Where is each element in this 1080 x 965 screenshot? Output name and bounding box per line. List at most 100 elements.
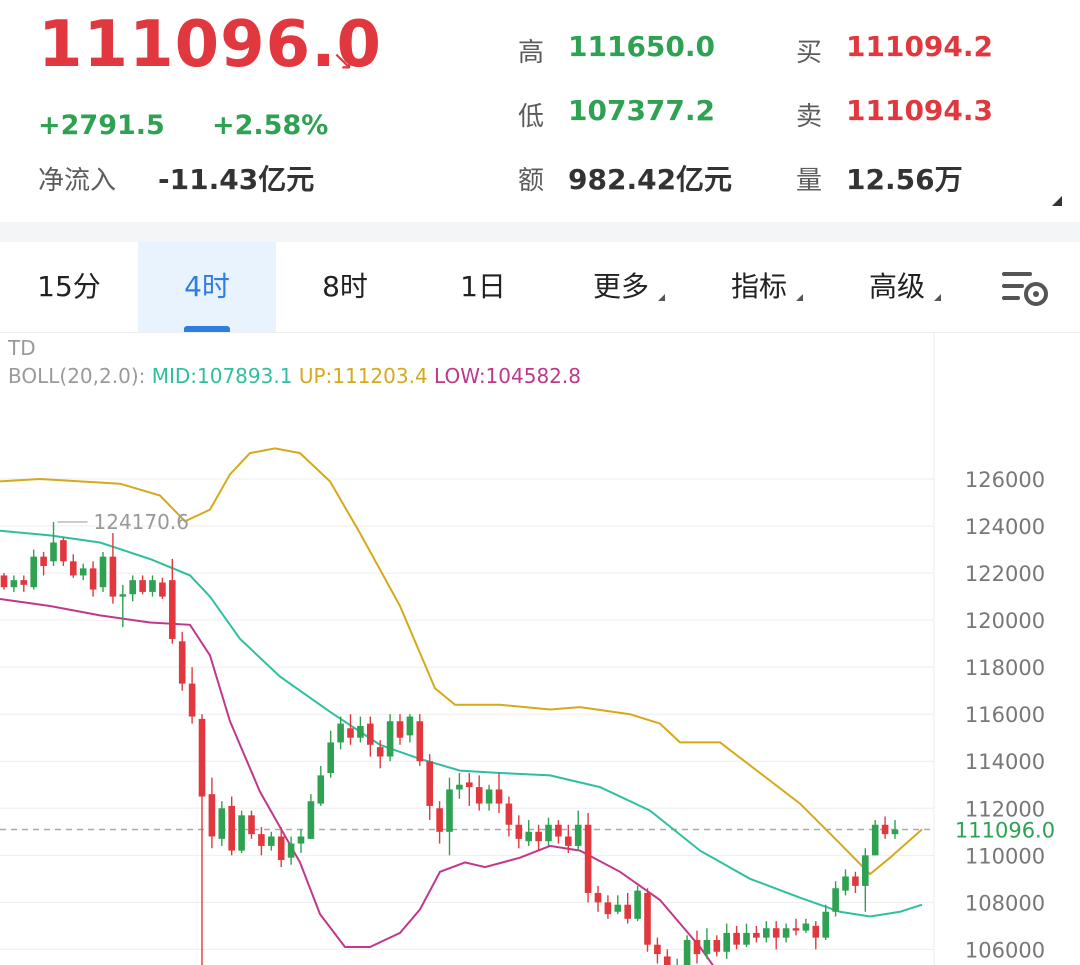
tab-advanced[interactable]: 高级 [828, 242, 966, 332]
candle-body [109, 556, 117, 597]
candle-body [20, 580, 28, 585]
last-price: 111096.0 [38, 8, 383, 82]
candle-body [287, 843, 295, 858]
candle-body [891, 829, 899, 835]
current-price-label: 111096.0 [955, 819, 1055, 843]
dropdown-triangle-icon [796, 294, 803, 301]
candle-body [99, 556, 107, 588]
candle-body [0, 575, 8, 588]
candle-body [178, 641, 186, 684]
candle-body [386, 721, 394, 757]
candle-body [624, 904, 631, 919]
axis-labels: 126000 124000 122000 120000 118000 116000 1140… [57, 468, 1055, 962]
period-tabs: 15分 4时 8时 1日 更多 指标 高级 [0, 242, 1080, 333]
price-change: +2791.5 [38, 110, 165, 141]
dropdown-triangle-icon [658, 294, 665, 301]
y-tick-label: 118000 [965, 656, 1045, 680]
candle-body [456, 784, 463, 790]
volume-value: 12.56万 [846, 163, 963, 196]
candle-body [327, 742, 334, 773]
quote-panel: 111096.0 ↘ +2791.5 +2.58% 净流入 -11.43亿元 高… [0, 0, 1080, 222]
candle-body [297, 836, 305, 844]
volume-label: 量 [796, 166, 823, 196]
lower-band-line [0, 598, 714, 965]
tab-1d[interactable]: 1日 [414, 242, 552, 332]
tab-label: 高级 [868, 270, 925, 303]
candle-body [436, 808, 443, 832]
candle-body [149, 580, 156, 592]
candle-body [555, 824, 562, 837]
y-tick-label: 114000 [965, 750, 1045, 774]
candle-body [743, 932, 750, 945]
candle-body [871, 824, 879, 856]
ask-value: 111094.3 [846, 94, 994, 127]
candle-body [644, 892, 651, 945]
amount-label: 额 [518, 166, 545, 196]
candle-body [733, 932, 740, 945]
low-value: 107377.2 [568, 94, 716, 127]
candlestick-chart[interactable]: 126000 124000 122000 120000 118000 116000 1140… [0, 332, 1080, 965]
high-label: 高 [518, 38, 545, 68]
candle-body [258, 834, 265, 846]
candle-body [505, 803, 513, 825]
candle-body [337, 723, 344, 743]
candle-body [129, 580, 136, 595]
candle-body [228, 805, 235, 851]
candle-body [525, 831, 532, 842]
tab-label: 8时 [322, 270, 368, 303]
section-divider [0, 222, 1080, 242]
candle-body [614, 904, 622, 912]
trend-arrow-icon: ↘ [332, 46, 354, 76]
candle-body [703, 939, 711, 955]
ask-label: 卖 [796, 102, 823, 132]
grid-lines [0, 478, 934, 950]
candle-body [70, 561, 77, 576]
candle-body [446, 789, 453, 832]
candle-body [772, 928, 780, 938]
tab-4h[interactable]: 4时 [138, 242, 276, 332]
y-tick-label: 126000 [965, 468, 1045, 492]
candle-body [376, 747, 384, 757]
candle-body [782, 928, 790, 938]
mid-band-line [0, 529, 923, 918]
price-change-percent: +2.58% [212, 110, 329, 141]
y-tick-label: 110000 [965, 844, 1045, 868]
candle-body [515, 824, 523, 839]
candle-body [208, 794, 216, 837]
tab-more[interactable]: 更多 [552, 242, 690, 332]
tab-label: 更多 [592, 270, 649, 303]
tab-8h[interactable]: 8时 [276, 242, 414, 332]
candle-body [535, 831, 542, 842]
candle-body [268, 836, 275, 846]
chart-settings-icon[interactable] [1000, 266, 1050, 310]
low-label: 低 [518, 102, 545, 132]
candle-body [248, 815, 255, 835]
tab-label: 15分 [37, 270, 101, 303]
tab-indicators[interactable]: 指标 [690, 242, 828, 332]
y-tick-label: 108000 [965, 891, 1045, 915]
tab-15min[interactable]: 15分 [0, 242, 138, 332]
candle-body [60, 540, 67, 562]
candle-body [426, 761, 433, 806]
candle-body [802, 923, 810, 931]
candle-body [119, 594, 127, 597]
candle-body [812, 925, 820, 938]
y-tick-label: 116000 [965, 703, 1045, 727]
candle-body [832, 888, 839, 912]
candle-body [89, 568, 97, 590]
candle-body [683, 939, 691, 965]
candle-body [664, 956, 671, 965]
candle-body [594, 892, 602, 903]
candle-body [753, 932, 760, 938]
y-tick-label: 122000 [965, 562, 1045, 586]
candle-body [139, 580, 146, 592]
candle-body [277, 836, 285, 861]
tab-label: 1日 [460, 270, 506, 303]
candle-body [574, 824, 582, 846]
candle-body [367, 723, 374, 745]
candle-body [169, 580, 176, 639]
candle-body [79, 568, 87, 576]
max-annotation-label: 124170.6 [94, 510, 189, 534]
expand-corner-icon[interactable] [1052, 196, 1062, 206]
net-inflow-label: 净流入 [38, 166, 117, 196]
